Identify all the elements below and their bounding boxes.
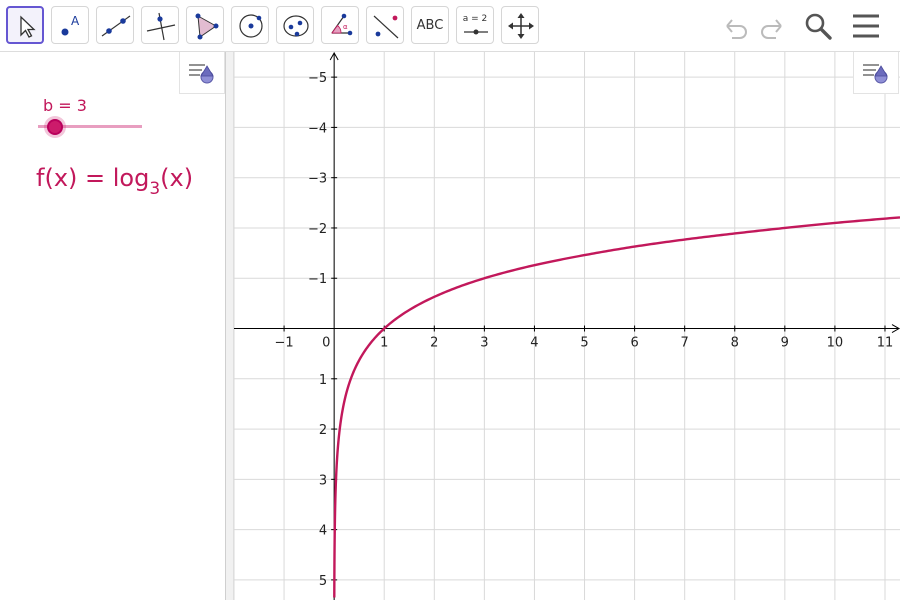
- x-tick-label: 3: [480, 336, 488, 351]
- angle-tool-button[interactable]: α: [321, 6, 359, 44]
- y-tick-label: 3: [319, 473, 327, 488]
- y-tick-label: 5: [319, 574, 327, 589]
- y-tick-label: −5: [308, 71, 327, 86]
- reflect-tool-button[interactable]: [366, 6, 404, 44]
- conic-tool-button[interactable]: [276, 6, 314, 44]
- circle-center-point-icon: [239, 14, 263, 38]
- graphics-view[interactable]: −1 0 1 2 3 4 5 6 7 8 9 10 11 5 4 3 2 1 −1 −2 −3 −4 −5: [234, 52, 900, 600]
- x-tick-label: 11: [877, 336, 894, 351]
- y-tick-label: 2: [319, 423, 327, 438]
- function-log-base: 3: [149, 179, 161, 199]
- y-tick-label: 1: [319, 373, 327, 388]
- function-suffix: (x): [160, 164, 194, 192]
- x-tick-label: 9: [781, 336, 789, 351]
- y-tick-label: −4: [308, 121, 327, 136]
- style-bar-icon: [863, 64, 888, 84]
- slider-tool-button[interactable]: a = 2: [456, 6, 494, 44]
- move-graphics-tool-button[interactable]: [501, 6, 539, 44]
- x-tick-label: 0: [322, 336, 330, 351]
- move-graphics-icon: [508, 13, 534, 39]
- polygon-tool-button[interactable]: [186, 6, 224, 44]
- function-prefix: f(x) = log: [36, 164, 150, 192]
- style-bar-icon: [189, 64, 214, 84]
- polygon-icon: [195, 13, 219, 40]
- slider-handle[interactable]: [47, 119, 63, 135]
- line-through-points-icon: [101, 15, 131, 37]
- function-graph[interactable]: [333, 216, 900, 598]
- y-tick-label: −1: [308, 272, 327, 287]
- x-tick-label: 7: [681, 336, 689, 351]
- svg-text:α: α: [343, 23, 348, 31]
- slider-label: b = 3: [43, 96, 87, 115]
- text-tool-button[interactable]: ABC: [411, 6, 449, 44]
- x-tick-label: 8: [731, 336, 739, 351]
- slider-icon: [464, 29, 488, 35]
- line-tool-button[interactable]: [96, 6, 134, 44]
- undo-icon[interactable]: [718, 8, 754, 44]
- redo-icon[interactable]: [754, 8, 790, 44]
- angle-icon: α: [331, 13, 353, 36]
- algebra-view: b = 3 f(x) = log3(x): [0, 52, 226, 600]
- move-tool-button[interactable]: [6, 6, 44, 44]
- x-tick-label: 5: [580, 336, 588, 351]
- x-tick-label: 6: [630, 336, 638, 351]
- y-tick-label: −2: [308, 222, 327, 237]
- x-tick-label: 4: [530, 336, 538, 351]
- x-tick-label: 2: [430, 336, 438, 351]
- algebra-style-bar-button[interactable]: [179, 52, 225, 94]
- svg-text:A: A: [71, 14, 80, 28]
- y-tick-label: 4: [319, 524, 327, 539]
- perpendicular-line-icon: [146, 12, 176, 41]
- text-icon: ABC: [416, 17, 444, 33]
- point-icon: A: [61, 14, 80, 36]
- search-icon[interactable]: [800, 8, 836, 44]
- x-tick-label: 1: [380, 336, 388, 351]
- reflect-about-line-icon: [373, 15, 399, 39]
- toolbar: A α ABC a = 2: [0, 0, 900, 52]
- point-tool-button[interactable]: A: [51, 6, 89, 44]
- graphics-style-bar-button[interactable]: [853, 52, 899, 94]
- x-tick-label: 10: [827, 336, 844, 351]
- circle-tool-button[interactable]: [231, 6, 269, 44]
- y-tick-label: −3: [308, 172, 327, 187]
- function-definition[interactable]: f(x) = log3(x): [36, 164, 194, 199]
- cursor-arrow-icon: [20, 15, 36, 38]
- ellipse-icon: [283, 15, 309, 37]
- tick-labels: −1 0 1 2 3 4 5 6 7 8 9 10 11 5 4 3 2 1 −1 −2 −3 −4 −5: [274, 71, 893, 589]
- x-tick-label: −1: [274, 336, 293, 351]
- view-divider[interactable]: [226, 52, 234, 600]
- menu-icon[interactable]: [848, 8, 884, 44]
- perpendicular-tool-button[interactable]: [141, 6, 179, 44]
